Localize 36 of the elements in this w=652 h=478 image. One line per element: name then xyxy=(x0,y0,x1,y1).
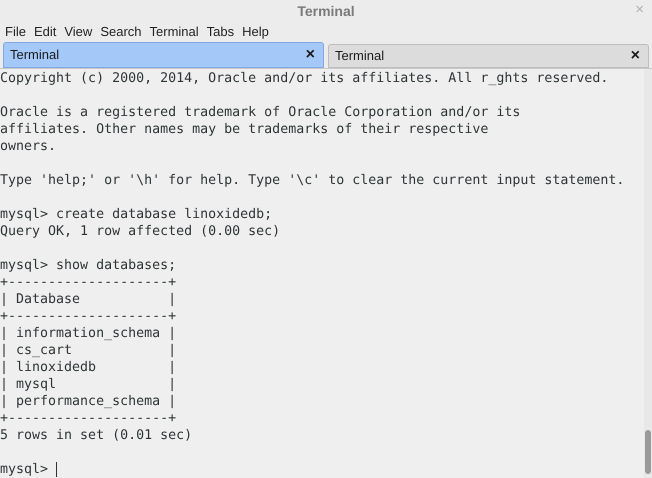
tab[interactable]: Terminal × xyxy=(3,42,324,68)
window-title: Terminal xyxy=(297,2,355,20)
tab-close-button[interactable]: × xyxy=(628,48,642,64)
menu-item[interactable]: Terminal xyxy=(146,22,203,42)
menu-item[interactable]: Tabs xyxy=(202,22,238,42)
terminal-line: | Database | xyxy=(0,291,176,308)
tab-label: Terminal xyxy=(10,46,60,64)
text-cursor xyxy=(56,462,58,477)
menu-item[interactable]: Help xyxy=(238,22,273,42)
menu-item[interactable]: File xyxy=(1,22,30,42)
terminal-line: | linoxidedb | xyxy=(0,359,176,376)
terminal-line: +--------------------+ xyxy=(0,410,176,427)
terminal-line: Type 'help;' or '\h' for help. Type '\c' to clear the current input statement. xyxy=(0,172,624,189)
menu-item[interactable]: View xyxy=(60,22,96,42)
terminal-line: | information_schema | xyxy=(0,325,176,342)
terminal-line: | cs_cart | xyxy=(0,342,176,359)
menu-item[interactable]: Search xyxy=(96,22,146,42)
terminal-line: affiliates. Other names may be trademarks of their respective xyxy=(0,121,488,138)
menu-item[interactable]: Edit xyxy=(30,22,60,42)
tab-label: Terminal xyxy=(335,47,384,66)
terminal-line: Query OK, 1 row affected (0.00 sec) xyxy=(0,223,280,240)
terminal-line: +--------------------+ xyxy=(0,308,176,325)
terminal-line: mysql> show databases; xyxy=(0,257,176,274)
tab-close-button[interactable]: × xyxy=(304,47,317,63)
scrollbar-thumb[interactable] xyxy=(645,430,651,474)
terminal-line: owners. xyxy=(0,138,56,155)
tab[interactable]: Terminal × xyxy=(328,44,649,68)
terminal-line: 5 rows in set (0.01 sec) xyxy=(0,427,192,444)
terminal-line: +--------------------+ xyxy=(0,274,176,291)
terminal-line: Oracle is a registered trademark of Oracle Corporation and/or its xyxy=(0,104,520,121)
scrollbar[interactable] xyxy=(644,69,652,478)
terminal-line: | mysql | xyxy=(0,376,176,393)
terminal-prompt: mysql> xyxy=(0,461,50,478)
terminal-line: | performance_schema | xyxy=(0,393,176,410)
terminal-line: mysql> create database linoxidedb; xyxy=(0,206,272,223)
terminal-line: Copyright (c) 2000, 2014, Oracle and/or its affiliates. All r_ghts reserved. xyxy=(0,70,608,87)
